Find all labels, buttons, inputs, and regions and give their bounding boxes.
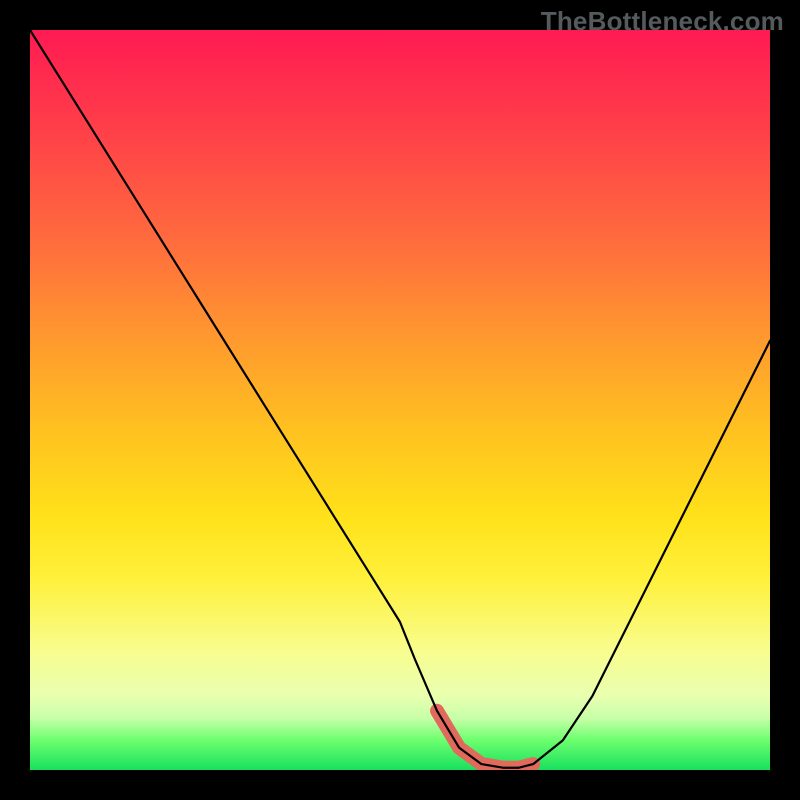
frame-border-left [0,0,30,800]
bottleneck-curve-line [30,30,770,768]
optimal-range-line [437,711,533,768]
chart-frame: TheBottleneck.com [0,0,800,800]
frame-border-right [770,0,800,800]
frame-border-bottom [0,770,800,800]
watermark-label: TheBottleneck.com [541,6,784,37]
chart-svg [30,30,770,770]
